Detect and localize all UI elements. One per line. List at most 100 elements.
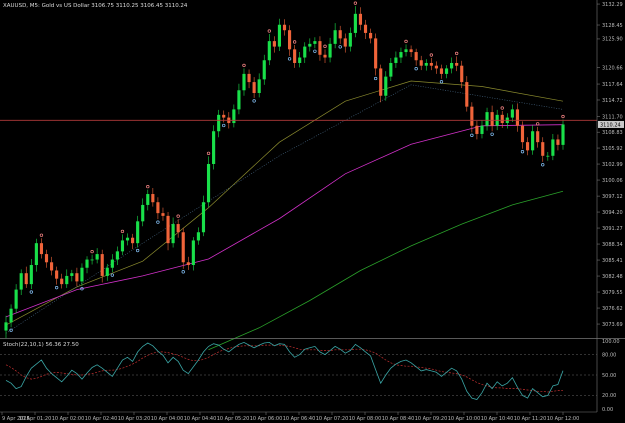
candle-body: [475, 125, 479, 134]
candle-body: [389, 62, 393, 77]
candle-body: [556, 139, 560, 145]
candle-body: [419, 60, 423, 66]
candle-body: [247, 73, 251, 83]
price-tick-label: 3102.99: [602, 162, 623, 168]
candle-body: [131, 237, 135, 244]
price-tick-label: 3117.64: [602, 82, 623, 88]
candle-body: [282, 24, 287, 31]
candle-body: [379, 68, 383, 96]
candle-body: [29, 265, 33, 285]
time-tick-label: 10 Apr 03:20: [118, 416, 151, 422]
time-tick-label: 10 Apr 04:40: [184, 416, 217, 422]
candle-body: [34, 243, 38, 266]
candle-body: [9, 308, 13, 323]
candle-body: [520, 125, 525, 143]
candle-body: [217, 114, 221, 132]
candle-body: [201, 202, 206, 233]
stochastic-label: Stoch(22,10,1) 56.36 27.50: [3, 342, 79, 348]
time-tick-label: 10 Apr 12:00: [547, 416, 580, 422]
stochastic-level-label: 20.00: [602, 393, 616, 399]
price-tick-label: 3088.34: [602, 242, 623, 248]
candle-body: [151, 194, 155, 203]
time-tick-label: 10 Apr 08:40: [382, 416, 415, 422]
current-price-label: 3110.24: [600, 122, 621, 128]
candle-body: [171, 224, 175, 244]
candle-body: [191, 240, 195, 266]
candle-body: [212, 131, 216, 164]
candle-body: [439, 68, 444, 74]
price-tick-label: 3128.45: [602, 23, 623, 29]
candle-body: [369, 32, 373, 39]
candle-body: [115, 251, 119, 260]
price-tick-label: 3125.90: [602, 37, 623, 43]
candle-body: [318, 41, 322, 55]
candle-body: [50, 262, 54, 271]
candle-body: [525, 142, 530, 151]
candle-body: [363, 24, 368, 33]
price-tick-label: 3111.70: [602, 114, 623, 120]
price-tick-label: 3082.48: [602, 274, 623, 280]
price-tick-label: 3091.27: [602, 226, 623, 232]
candle-body: [485, 112, 489, 126]
candle-body: [55, 270, 59, 279]
candle-body: [328, 43, 332, 58]
candle-body: [536, 131, 540, 143]
candle-body: [409, 49, 413, 53]
candle-body: [450, 62, 454, 69]
candle-body: [100, 254, 104, 276]
candle-body: [404, 49, 408, 53]
candle-body: [60, 278, 64, 285]
price-tick-label: 3094.20: [602, 210, 623, 216]
candle-body: [222, 114, 226, 118]
candle-body: [353, 13, 357, 33]
candle-body: [156, 202, 160, 214]
time-tick-label: 10 Apr 04:00: [151, 416, 184, 422]
time-tick-label: 10 Apr 11:20: [514, 416, 547, 422]
candle-body: [277, 24, 282, 47]
candle-body: [141, 204, 145, 222]
candle-body: [313, 41, 317, 44]
time-tick-label: 10 Apr 10:00: [448, 416, 481, 422]
candle-body: [348, 32, 352, 47]
candle-body: [308, 43, 312, 47]
candle-body: [424, 62, 428, 66]
candle-body: [4, 322, 8, 331]
candle-body: [125, 237, 130, 241]
candle-body: [455, 62, 459, 66]
candle-body: [394, 57, 398, 63]
candle-body: [323, 54, 327, 58]
candle-body: [541, 142, 545, 156]
time-tick-label: 10 Apr 02:00: [52, 416, 85, 422]
price-tick-label: 3079.55: [602, 290, 623, 296]
candle-body: [166, 215, 170, 244]
price-tick-label: 3120.66: [602, 65, 623, 71]
candle-body: [515, 109, 519, 126]
candle-body: [434, 65, 438, 69]
candle-body: [14, 289, 18, 309]
time-tick-label: 10 Apr 06:00: [250, 416, 283, 422]
price-tick-label: 3073.69: [602, 322, 623, 328]
candle-body: [465, 82, 469, 107]
time-tick-label: 10 Apr 02:40: [85, 416, 118, 422]
time-tick-label: 10 Apr 10:40: [481, 416, 514, 422]
time-tick-label: 10 Apr 09:20: [415, 416, 448, 422]
candle-body: [110, 259, 114, 268]
stochastic-level-label: 100.00: [602, 339, 620, 345]
candle-body: [75, 273, 79, 282]
time-tick-label: 10 Apr 07:20: [316, 416, 349, 422]
candle-body: [272, 41, 276, 47]
candle-body: [480, 125, 484, 134]
candle-body: [470, 106, 474, 126]
candle-body: [136, 221, 140, 244]
candle-body: [500, 114, 504, 124]
candle-body: [232, 109, 236, 124]
candle-body: [44, 254, 49, 263]
candle-body: [374, 38, 378, 69]
candle-body: [242, 73, 246, 91]
price-tick-label: 3105.92: [602, 146, 623, 152]
price-chart[interactable]: 3132.29 3128.45 3125.90 3120.66 3117.64 3114.…: [0, 0, 625, 423]
candle-body: [120, 240, 125, 252]
candle-body: [80, 267, 84, 282]
candle-body: [181, 232, 185, 263]
candle-body: [343, 38, 347, 47]
